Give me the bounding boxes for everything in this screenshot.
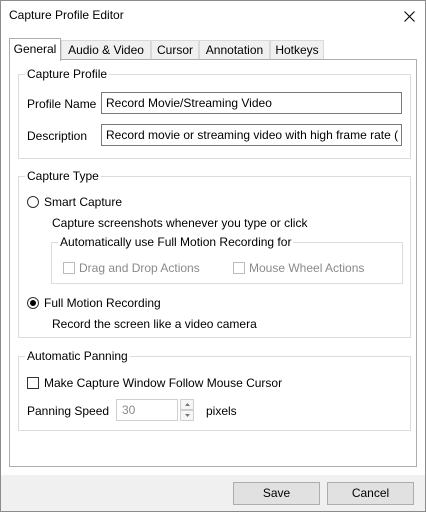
smart-capture-label[interactable]: Smart Capture	[44, 195, 122, 209]
dialog-footer: Save Cancel	[1, 475, 425, 511]
capture-type-group-title: Capture Type	[25, 169, 101, 183]
full-motion-radio[interactable]	[27, 297, 39, 309]
tab-hotkeys[interactable]: Hotkeys	[270, 40, 324, 59]
automatic-panning-group-title: Automatic Panning	[25, 349, 130, 363]
full-motion-description: Record the screen like a video camera	[52, 317, 257, 331]
drag-drop-label: Drag and Drop Actions	[79, 261, 200, 275]
smart-capture-radio[interactable]	[27, 196, 39, 208]
panning-speed-up-button[interactable]	[180, 399, 194, 410]
description-input[interactable]: Record movie or streaming video with hig…	[101, 124, 402, 146]
automatic-panning-group: Automatic Panning Make Capture Window Fo…	[18, 349, 411, 431]
profile-name-input[interactable]: Record Movie/Streaming Video	[101, 92, 402, 114]
full-motion-label[interactable]: Full Motion Recording	[44, 296, 161, 310]
capture-type-group: Capture Type Smart Capture Capture scree…	[18, 169, 411, 338]
close-button[interactable]	[393, 1, 425, 31]
capture-profile-group: Capture Profile Profile Name Record Movi…	[18, 67, 411, 159]
description-label: Description	[27, 129, 88, 143]
capture-profile-editor-window: Capture Profile Editor General Audio & V…	[0, 0, 426, 512]
mouse-wheel-label: Mouse Wheel Actions	[249, 261, 365, 275]
panning-speed-label: Panning Speed	[27, 404, 110, 418]
smart-capture-description: Capture screenshots whenever you type or…	[52, 216, 308, 230]
follow-cursor-label[interactable]: Make Capture Window Follow Mouse Cursor	[44, 376, 282, 390]
tab-audio-video[interactable]: Audio & Video	[61, 40, 151, 59]
close-icon	[403, 10, 415, 22]
chevron-up-icon	[184, 403, 190, 406]
tab-general[interactable]: General	[9, 38, 61, 61]
cancel-button[interactable]: Cancel	[327, 482, 414, 505]
panning-speed-down-button[interactable]	[180, 410, 194, 421]
auto-full-motion-group-title: Automatically use Full Motion Recording …	[58, 235, 294, 249]
tab-annotation[interactable]: Annotation	[199, 40, 270, 59]
title-bar: Capture Profile Editor	[1, 1, 425, 31]
auto-full-motion-group: Automatically use Full Motion Recording …	[51, 235, 403, 284]
tab-cursor[interactable]: Cursor	[151, 40, 199, 59]
chevron-down-icon	[184, 414, 190, 417]
profile-name-label: Profile Name	[27, 97, 97, 111]
capture-profile-group-title: Capture Profile	[25, 67, 110, 81]
drag-drop-checkbox[interactable]	[63, 262, 75, 274]
panning-speed-input[interactable]: 30	[116, 399, 178, 421]
panning-speed-unit: pixels	[206, 404, 237, 418]
tab-content-general: Capture Profile Profile Name Record Movi…	[9, 59, 417, 467]
save-button[interactable]: Save	[233, 482, 320, 505]
radio-selected-dot	[30, 300, 36, 306]
follow-cursor-checkbox[interactable]	[27, 377, 39, 389]
window-title: Capture Profile Editor	[9, 8, 124, 22]
mouse-wheel-checkbox[interactable]	[233, 262, 245, 274]
